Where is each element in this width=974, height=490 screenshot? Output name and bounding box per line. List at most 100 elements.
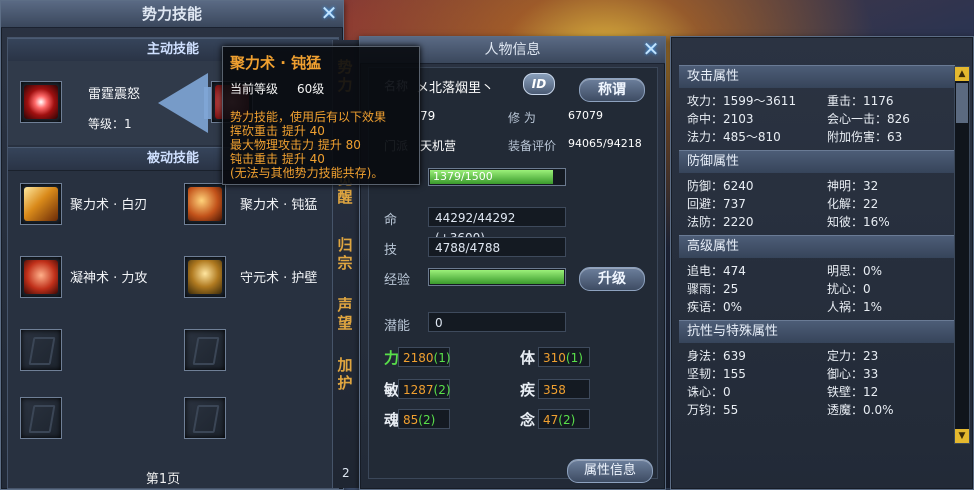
stat-field-agi: 1287(2): [398, 379, 451, 399]
tooltip-level-value: 60级: [297, 82, 325, 96]
stat-label-spd: 疾: [520, 381, 536, 399]
upgrade-button[interactable]: 升级: [579, 267, 645, 291]
attribute-info-button[interactable]: 属性信息: [567, 459, 653, 483]
title-button[interactable]: 称谓: [579, 78, 645, 102]
passive-skill-slot-2[interactable]: [184, 183, 226, 225]
side-tab-number: 2: [342, 466, 350, 480]
attr-row: 命中：2103 会心一击：826: [687, 110, 955, 128]
attr-row: 诛心：0 铁壁：12: [687, 383, 955, 401]
stat-value: 1287: [403, 383, 434, 397]
attr-row: 坚韧：155 御心：33: [687, 365, 955, 383]
attr-cell: 定力：23: [827, 349, 879, 363]
stat-value: 2180: [403, 351, 434, 365]
skills-close-icon[interactable]: ✕: [319, 3, 339, 23]
attr-cell: 攻力：1599～3611: [687, 94, 797, 108]
fist-icon: [24, 260, 58, 294]
empty-skill-slot[interactable]: [184, 329, 226, 371]
equip-label: 装备评价: [508, 139, 557, 153]
attr-cell: 重击：1176: [827, 94, 894, 108]
scroll-thumb[interactable]: [956, 83, 968, 123]
attr-row: 攻力：1599～3611 重击：1176: [687, 92, 955, 110]
attributes-list: 攻击属性攻力：1599～3611 重击：1176 命中：2103 会心一击：826 法力…: [679, 65, 955, 475]
empty-skill-slot[interactable]: [20, 397, 62, 439]
cultivation-value: 67079: [568, 109, 603, 122]
attr-row: 身法：639 定力：23: [687, 347, 955, 365]
attr-cell: 坚韧：155: [687, 367, 746, 381]
scroll-down-icon[interactable]: ▼: [955, 429, 969, 443]
attr-cell: 附加伤害：63: [827, 130, 903, 144]
stat-field-soul: 85(2): [398, 409, 450, 429]
attr-cell: 疾语：0%: [687, 300, 743, 314]
attr-cell: 万钧：55: [687, 403, 739, 417]
passive-skill-slot-3[interactable]: [20, 256, 62, 298]
attr-cell: 骤雨：25: [687, 282, 739, 296]
attr-cell: 法防：2220: [687, 215, 754, 229]
attr-row: 法防：2220 知彼：16%: [687, 213, 955, 231]
attr-row: 追电：474 明思：0%: [687, 262, 955, 280]
exp-bar: [428, 268, 566, 286]
selection-arrow-icon: [158, 73, 208, 133]
stat-label-soul: 魂: [384, 411, 400, 429]
stat-bonus: (2): [558, 413, 576, 427]
stat-label-agi: 敏: [384, 381, 400, 399]
level-label: 等级：: [88, 117, 125, 131]
scroll-up-icon[interactable]: ▲: [955, 67, 969, 81]
attr-section-body: 防御：6240 神明：32 回避：737 化解：22 法防：2220 知彼：16%: [679, 173, 955, 235]
side-tab-protect[interactable]: 加护: [334, 356, 356, 392]
potential-label: 潜能: [384, 319, 411, 334]
attr-cell: 铁壁：12: [827, 385, 879, 399]
stat-value: 85: [403, 413, 419, 427]
exp-bar-fill: [430, 270, 564, 284]
stat-field-con: 310(1): [538, 347, 590, 367]
tab-char: 望: [337, 314, 353, 332]
exp-label: 经验: [384, 273, 411, 288]
level-value: 1: [124, 117, 132, 131]
side-tab-return[interactable]: 归宗: [334, 236, 356, 272]
stat-field-mind: 47(2): [538, 409, 590, 429]
attr-row: 万钧：55 透魔：0.0%: [687, 401, 955, 419]
thunder-icon: [24, 85, 58, 119]
tab-char: 醒: [337, 188, 353, 206]
sect-value: 天机营: [420, 139, 457, 153]
tab-char: 护: [337, 374, 353, 392]
attr-section-header: 攻击属性: [679, 65, 955, 88]
attr-row: 疾语：0% 人祸：1%: [687, 298, 955, 316]
shield-icon: [188, 260, 222, 294]
attr-cell: 追电：474: [687, 264, 746, 278]
level-value: 79: [420, 109, 436, 123]
id-badge[interactable]: ID: [523, 73, 555, 95]
attr-cell: 明思：0%: [827, 264, 883, 278]
character-title-text: 人物信息: [484, 42, 541, 58]
cultivation-label: 修 为: [508, 111, 536, 125]
active-skill-level: 等级：1: [88, 115, 132, 132]
equip-value: 94065/94218: [568, 137, 642, 150]
passive-skill-name-2: 聚力术 · 钝猛: [240, 198, 318, 213]
empty-skill-slot[interactable]: [184, 397, 226, 439]
attr-section-header: 抗性与特殊属性: [679, 320, 955, 343]
attr-section-header: 高级属性: [679, 235, 955, 258]
passive-skill-name-4: 守元术 · 护壁: [240, 271, 318, 286]
stat-bonus: (1): [433, 351, 451, 365]
energy-bar: 1379/1500: [428, 168, 566, 186]
attr-cell: 扰心：0: [827, 282, 871, 296]
attr-cell: 身法：639: [687, 349, 746, 363]
attr-row: 法力：485～810 附加伤害：63: [687, 128, 955, 146]
active-skill-slot[interactable]: [20, 81, 62, 123]
tab-char: 宗: [337, 254, 353, 272]
passive-skill-slot-4[interactable]: [184, 256, 226, 298]
stat-bonus: (1): [565, 351, 583, 365]
character-close-icon[interactable]: ✕: [641, 39, 661, 59]
attr-cell: 命中：2103: [687, 112, 754, 126]
stat-value: 358: [543, 383, 566, 397]
tooltip-level-label: 当前等级: [230, 82, 279, 96]
skill-tooltip: 聚力术 · 钝猛 当前等级 60级 势力技能，使用后有以下效果 挥砍重击 提升 …: [222, 46, 420, 185]
attributes-scrollbar[interactable]: ▲ ▼: [954, 66, 970, 444]
attr-cell: 化解：22: [827, 197, 879, 211]
side-tab-reputation[interactable]: 声望: [334, 296, 356, 332]
stat-label-str: 力: [384, 349, 400, 367]
crossed-swords-icon: [24, 187, 58, 221]
passive-skill-slot-1[interactable]: [20, 183, 62, 225]
stat-bonus: (2): [433, 383, 451, 397]
empty-skill-slot[interactable]: [20, 329, 62, 371]
skills-title-text: 势力技能: [141, 5, 202, 23]
